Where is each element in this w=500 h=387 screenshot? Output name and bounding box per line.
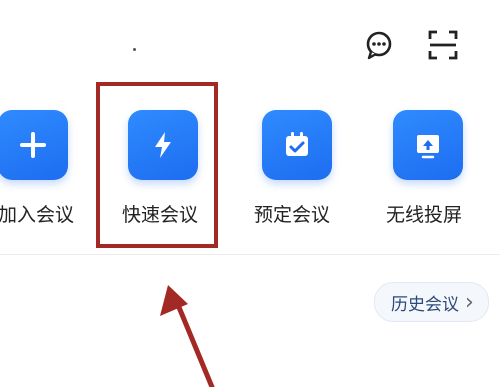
- arrowhead-icon: [160, 285, 188, 316]
- annotation-arrow: [160, 285, 215, 387]
